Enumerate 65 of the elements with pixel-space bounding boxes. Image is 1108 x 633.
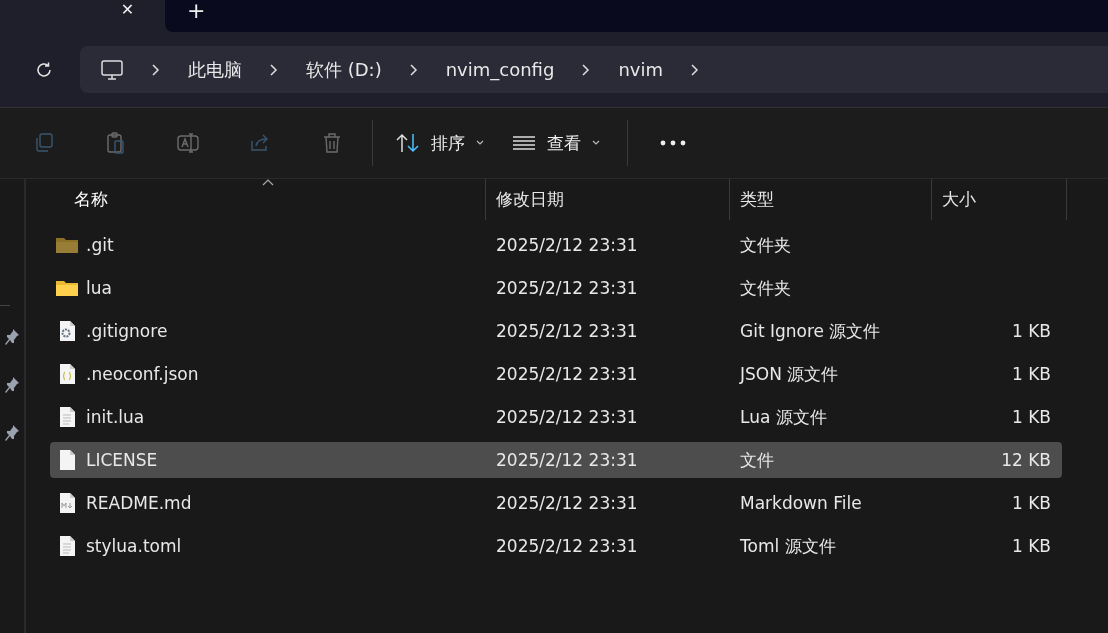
file-type: Toml 源文件 <box>740 534 836 558</box>
address-bar[interactable]: 此电脑 软件 (D:) nvim_config nvim <box>80 46 1108 93</box>
breadcrumb[interactable]: nvim <box>618 59 663 80</box>
modified-date: 2025/2/12 23:31 <box>496 450 638 470</box>
file-name: init.lua <box>86 407 145 427</box>
file-name: .neoconf.json <box>86 364 199 384</box>
view-menu-button[interactable]: 查看 <box>511 127 601 159</box>
file-name: .gitignore <box>86 321 168 341</box>
file-row[interactable]: init.lua 2025/2/12 23:31 Lua 源文件 1 KB <box>50 399 1062 435</box>
close-tab-button[interactable]: ✕ <box>120 0 135 20</box>
chevron-icon <box>409 63 418 76</box>
modified-date: 2025/2/12 23:31 <box>496 364 638 384</box>
monitor-icon[interactable] <box>100 58 124 81</box>
new-tab-button[interactable]: + <box>187 0 206 23</box>
file-size: 1 KB <box>1011 407 1051 427</box>
chevron-icon <box>582 63 591 76</box>
file-type: 文件 <box>740 448 774 472</box>
modified-date: 2025/2/12 23:31 <box>496 407 638 427</box>
file-size: 1 KB <box>1011 536 1051 556</box>
modified-date: 2025/2/12 23:31 <box>496 536 638 556</box>
file-row[interactable]: .gitignore 2025/2/12 23:31 Git Ignore 源文件 1 KB <box>50 313 1062 349</box>
file-type: Git Ignore 源文件 <box>740 319 881 343</box>
dropdown-caret-icon <box>475 139 485 147</box>
column-header[interactable]: 名称 <box>50 179 486 220</box>
file-size: 1 KB <box>1011 364 1051 384</box>
chevron-icon <box>270 63 278 76</box>
file-name: lua <box>86 278 112 298</box>
pin-icon <box>4 328 20 346</box>
column-header[interactable]: 大小 <box>932 179 1067 220</box>
modified-date: 2025/2/12 23:31 <box>496 278 638 298</box>
file-size: 1 KB <box>1011 493 1051 513</box>
dropdown-caret-icon <box>591 139 601 147</box>
modified-date: 2025/2/12 23:31 <box>496 493 638 513</box>
sort-arrows-icon <box>395 132 421 154</box>
file-type: JSON 源文件 <box>740 362 839 386</box>
file-name: stylua.toml <box>86 536 182 556</box>
file-row[interactable]: stylua.toml 2025/2/12 23:31 Toml 源文件 1 KB <box>50 528 1062 564</box>
file-name: .git <box>86 235 114 255</box>
file-type: 文件夹 <box>740 276 791 300</box>
file-row[interactable]: lua 2025/2/12 23:31 文件夹 <box>50 270 1062 306</box>
modified-date: 2025/2/12 23:31 <box>496 321 638 341</box>
column-header[interactable]: 修改日期 <box>486 179 730 220</box>
more-options-icon[interactable] <box>660 140 686 146</box>
file-row[interactable]: .neoconf.json 2025/2/12 23:31 JSON 源文件 1 KB <box>50 356 1062 392</box>
chevron-icon <box>152 63 160 76</box>
sort-menu-button[interactable]: 排序 <box>395 127 485 159</box>
file-type: Lua 源文件 <box>740 405 827 429</box>
breadcrumb[interactable]: 软件 (D:) <box>306 57 382 82</box>
pin-icon <box>4 376 20 394</box>
sort-ascending-icon <box>261 179 274 186</box>
file-row[interactable]: README.md 2025/2/12 23:31 Markdown File 1 KB <box>50 485 1062 521</box>
modified-date: 2025/2/12 23:31 <box>496 235 638 255</box>
file-name: LICENSE <box>86 450 158 470</box>
file-size: 1 KB <box>1011 321 1051 341</box>
file-type: 文件夹 <box>740 233 791 257</box>
file-row[interactable]: .git 2025/2/12 23:31 文件夹 <box>50 227 1062 263</box>
breadcrumb[interactable]: 此电脑 <box>188 57 242 82</box>
column-header[interactable]: 类型 <box>730 179 932 220</box>
chevron-icon[interactable] <box>691 63 699 76</box>
file-row[interactable]: LICENSE 2025/2/12 23:31 文件 12 KB <box>50 442 1062 478</box>
file-type: Markdown File <box>740 493 862 513</box>
breadcrumb[interactable]: nvim_config <box>445 59 555 80</box>
file-size: 12 KB <box>1001 450 1051 470</box>
pin-icon <box>4 424 20 442</box>
file-name: README.md <box>86 493 192 513</box>
